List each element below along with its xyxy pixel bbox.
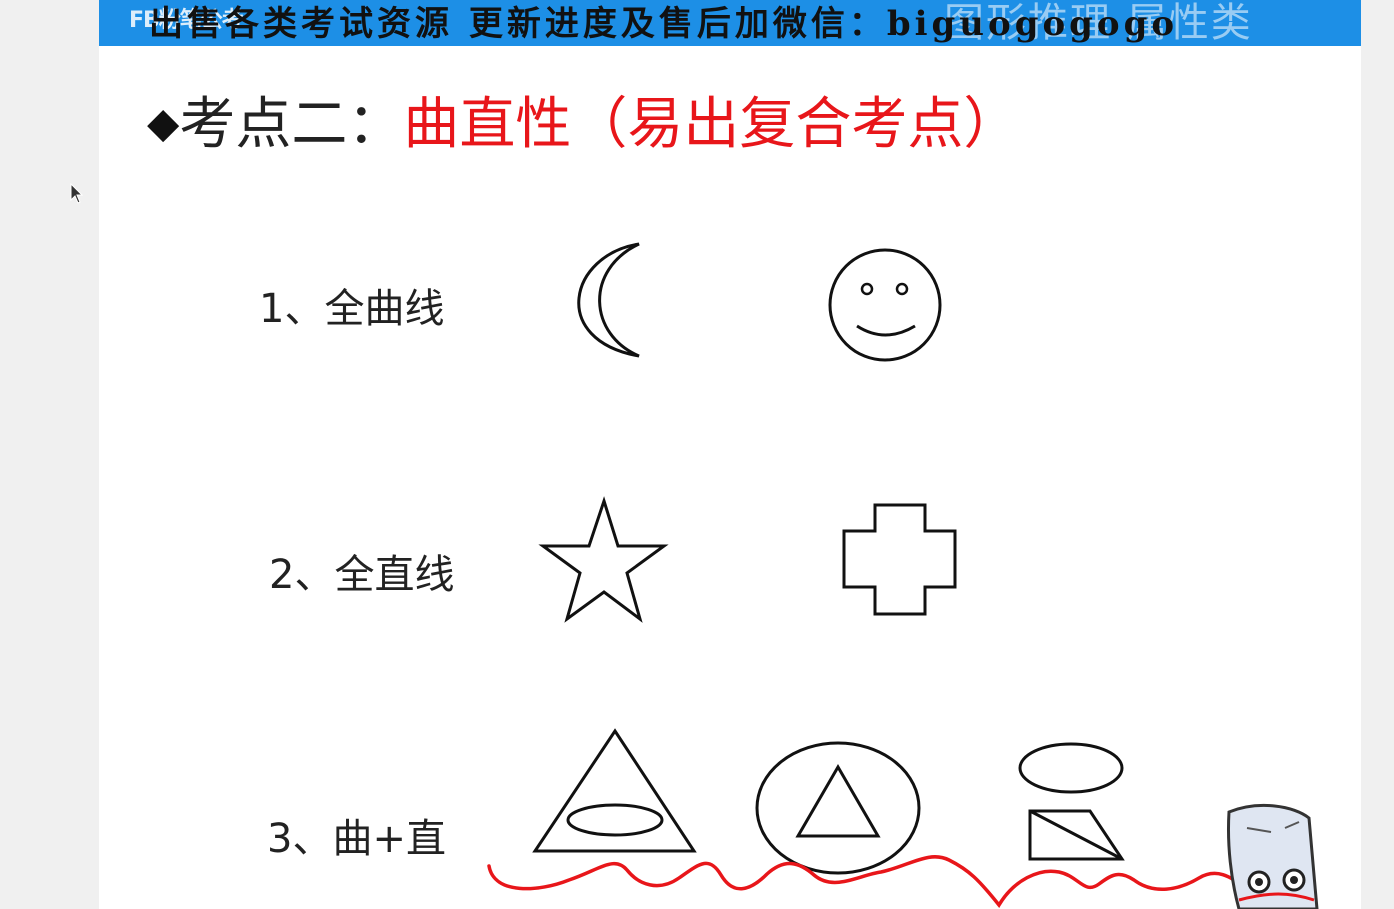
figures-canvas xyxy=(487,242,1319,909)
crescent-moon-icon xyxy=(577,242,640,358)
triangle-with-ellipse-icon xyxy=(532,728,697,853)
smiley-face-icon xyxy=(828,248,942,362)
mouse-cursor-icon xyxy=(70,182,84,209)
red-annotation-squiggle xyxy=(487,855,1286,909)
slide: FB粉笔公考 图形推理 属性类 出售各类考试资源 更新进度及售后加微信：bigu… xyxy=(99,0,1361,909)
circle-with-triangle-icon xyxy=(755,741,921,875)
mascot-character xyxy=(1227,803,1319,909)
ellipse-and-trapezoid-icon xyxy=(1018,742,1125,861)
star-icon xyxy=(538,496,669,623)
plus-cross-icon xyxy=(842,503,957,616)
